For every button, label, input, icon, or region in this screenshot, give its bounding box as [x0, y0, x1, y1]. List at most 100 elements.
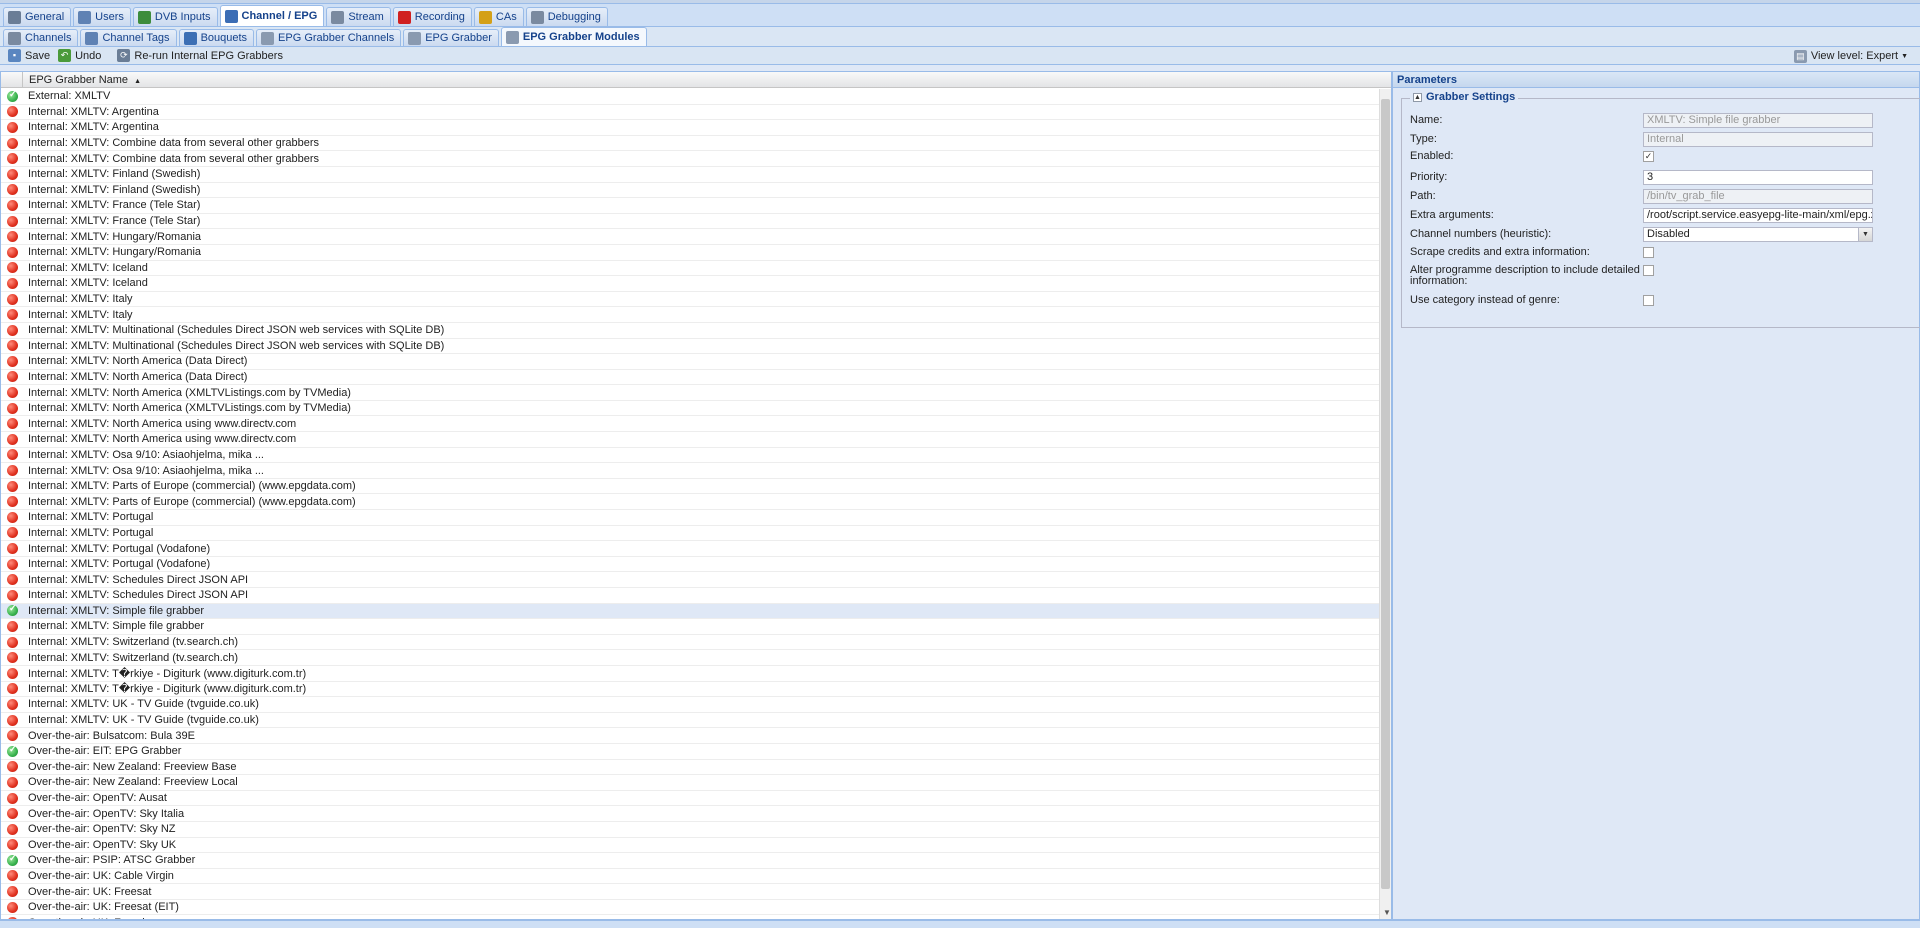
channel-numbers-label: Channel numbers (heuristic):	[1410, 228, 1552, 240]
table-row[interactable]: Internal: XMLTV: Simple file grabber	[1, 603, 1380, 620]
table-row[interactable]: Over-the-air: OpenTV: Sky Italia	[1, 806, 1380, 822]
disabled-status-icon	[7, 387, 18, 399]
path-label: Path:	[1410, 190, 1436, 202]
table-row[interactable]: Over-the-air: UK: Freesat (EIT)	[1, 900, 1380, 916]
table-row[interactable]: Internal: XMLTV: T�rkiye - Digiturk (www…	[1, 666, 1380, 682]
tab-channel-epg[interactable]: Channel / EPG	[219, 5, 325, 26]
table-row[interactable]: Over-the-air: OpenTV: Sky NZ	[1, 822, 1380, 838]
table-row[interactable]: Over-the-air: Bulsatcom: Bula 39E	[1, 728, 1380, 744]
table-row[interactable]: Internal: XMLTV: Italy	[1, 307, 1380, 323]
table-row[interactable]: External: XMLTV	[1, 89, 1380, 105]
channel-numbers-select[interactable]: Disabled ▼	[1643, 227, 1873, 242]
table-row[interactable]: Over-the-air: EIT: EPG Grabber	[1, 744, 1380, 760]
table-row[interactable]: Internal: XMLTV: T�rkiye - Digiturk (www…	[1, 682, 1380, 698]
field-channel-numbers: Channel numbers (heuristic): Disabled ▼	[1410, 227, 1920, 242]
table-row[interactable]: Over-the-air: UK: Freeview	[1, 915, 1380, 919]
table-row[interactable]: Internal: XMLTV: France (Tele Star)	[1, 214, 1380, 230]
table-row[interactable]: Internal: XMLTV: Finland (Swedish)	[1, 183, 1380, 199]
table-row[interactable]: Internal: XMLTV: Hungary/Romania	[1, 245, 1380, 261]
type-input[interactable]: Internal	[1643, 132, 1873, 147]
tab-recording[interactable]: Recording	[392, 7, 472, 26]
table-row[interactable]: Internal: XMLTV: Combine data from sever…	[1, 151, 1380, 167]
table-row[interactable]: Over-the-air: UK: Freesat	[1, 884, 1380, 900]
chevron-down-icon[interactable]: ▼	[1858, 228, 1872, 241]
grabber-settings-legend[interactable]: ▲ Grabber Settings	[1410, 91, 1519, 103]
tab-general[interactable]: General	[3, 7, 72, 26]
scroll-down-icon[interactable]: ▼	[1383, 908, 1391, 917]
grid-scrollbar[interactable]: ▼	[1379, 89, 1391, 919]
table-row[interactable]: Internal: XMLTV: Portugal	[1, 510, 1380, 526]
table-row[interactable]: Internal: XMLTV: France (Tele Star)	[1, 198, 1380, 214]
table-row[interactable]: Internal: XMLTV: Italy	[1, 292, 1380, 308]
table-row[interactable]: Internal: XMLTV: Portugal (Vodafone)	[1, 557, 1380, 573]
tab-debugging[interactable]: Debugging	[525, 7, 608, 26]
grabber-name-cell: Over-the-air: EIT: EPG Grabber	[28, 745, 182, 758]
table-row[interactable]: Internal: XMLTV: Iceland	[1, 276, 1380, 292]
tab-cas[interactable]: CAs	[473, 7, 524, 26]
table-row[interactable]: Over-the-air: OpenTV: Sky UK	[1, 838, 1380, 854]
path-input[interactable]: /bin/tv_grab_file	[1643, 189, 1873, 204]
table-row[interactable]: Over-the-air: New Zealand: Freeview Loca…	[1, 775, 1380, 791]
table-row[interactable]: Internal: XMLTV: Osa 9/10: Asiaohjelma, …	[1, 448, 1380, 464]
tab-dvb-inputs[interactable]: DVB Inputs	[132, 7, 218, 26]
table-row[interactable]: Internal: XMLTV: North America using www…	[1, 416, 1380, 433]
tab-users[interactable]: Users	[73, 7, 131, 26]
name-input[interactable]: XMLTV: Simple file grabber	[1643, 113, 1873, 128]
rerun-grabbers-button[interactable]: ⟳ Re-run Internal EPG Grabbers	[113, 48, 287, 64]
scrape-credits-checkbox[interactable]	[1643, 247, 1654, 258]
table-row[interactable]: Internal: XMLTV: Schedules Direct JSON A…	[1, 588, 1380, 604]
table-row[interactable]: Internal: XMLTV: Hungary/Romania	[1, 229, 1380, 245]
table-row[interactable]: Internal: XMLTV: Multinational (Schedule…	[1, 323, 1380, 339]
column-header-name[interactable]: EPG Grabber Name ▲	[23, 74, 141, 86]
table-row[interactable]: Internal: XMLTV: Parts of Europe (commer…	[1, 479, 1380, 495]
subtab-channel-tags[interactable]: Channel Tags	[80, 29, 177, 46]
table-row[interactable]: Internal: XMLTV: North America using www…	[1, 432, 1380, 448]
row-number-header	[1, 71, 23, 88]
table-row[interactable]: Internal: XMLTV: UK - TV Guide (tvguide.…	[1, 697, 1380, 713]
table-row[interactable]: Internal: XMLTV: Portugal	[1, 526, 1380, 542]
extra-arguments-input[interactable]: /root/script.service.easyepg-lite-main/x…	[1643, 208, 1873, 223]
table-row[interactable]: Internal: XMLTV: Schedules Direct JSON A…	[1, 572, 1380, 588]
subtab-channels[interactable]: Channels	[3, 29, 79, 46]
priority-input[interactable]: 3	[1643, 170, 1873, 185]
table-row[interactable]: Internal: XMLTV: Argentina	[1, 120, 1380, 136]
table-row[interactable]: Over-the-air: UK: Cable Virgin	[1, 869, 1380, 885]
subtab-epg-grabber[interactable]: EPG Grabber	[403, 29, 499, 46]
table-row[interactable]: Internal: XMLTV: North America (Data Dir…	[1, 370, 1380, 386]
grabber-name-cell: Internal: XMLTV: Italy	[28, 293, 133, 306]
table-row[interactable]: Internal: XMLTV: North America (XMLTVLis…	[1, 401, 1380, 417]
enabled-checkbox[interactable]: ✓	[1643, 151, 1654, 162]
table-row[interactable]: Over-the-air: New Zealand: Freeview Base	[1, 760, 1380, 776]
scrollbar-thumb[interactable]	[1381, 99, 1390, 889]
table-row[interactable]: Internal: XMLTV: Switzerland (tv.search.…	[1, 650, 1380, 666]
table-row[interactable]: Internal: XMLTV: North America (Data Dir…	[1, 354, 1380, 370]
table-row[interactable]: Internal: XMLTV: Simple file grabber	[1, 619, 1380, 635]
view-level-dropdown[interactable]: ▤ View level: Expert ▼	[1793, 48, 1908, 64]
table-row[interactable]: Internal: XMLTV: Multinational (Schedule…	[1, 339, 1380, 355]
table-row[interactable]: Internal: XMLTV: UK - TV Guide (tvguide.…	[1, 713, 1380, 729]
alter-description-checkbox[interactable]	[1643, 265, 1654, 276]
grabber-name-cell: Internal: XMLTV: Switzerland (tv.search.…	[28, 636, 239, 649]
use-category-checkbox[interactable]	[1643, 295, 1654, 306]
disabled-status-icon	[7, 636, 18, 648]
grabber-name-cell: Internal: XMLTV: Finland (Swedish)	[28, 168, 201, 181]
table-row[interactable]: Over-the-air: PSIP: ATSC Grabber	[1, 853, 1380, 869]
table-row[interactable]: Internal: XMLTV: Combine data from sever…	[1, 136, 1380, 152]
undo-button[interactable]: ↶ Undo	[54, 48, 105, 64]
subtab-epg-grabber-channels[interactable]: EPG Grabber Channels	[256, 29, 402, 46]
grabber-name-cell: Internal: XMLTV: France (Tele Star)	[28, 215, 201, 228]
table-row[interactable]: Internal: XMLTV: North America (XMLTVLis…	[1, 385, 1380, 401]
table-row[interactable]: Internal: XMLTV: Parts of Europe (commer…	[1, 494, 1380, 511]
table-row[interactable]: Internal: XMLTV: Osa 9/10: Asiaohjelma, …	[1, 463, 1380, 479]
tab-stream[interactable]: Stream	[326, 7, 391, 26]
subtab-epg-grabber-modules[interactable]: EPG Grabber Modules	[500, 27, 647, 46]
save-button[interactable]: ▪ Save	[4, 48, 54, 64]
table-row[interactable]: Over-the-air: OpenTV: Ausat	[1, 791, 1380, 807]
table-row[interactable]: Internal: XMLTV: Finland (Swedish)	[1, 167, 1380, 183]
table-row[interactable]: Internal: XMLTV: Iceland	[1, 261, 1380, 277]
table-row[interactable]: Internal: XMLTV: Switzerland (tv.search.…	[1, 635, 1380, 651]
table-row[interactable]: Internal: XMLTV: Argentina	[1, 105, 1380, 121]
subtab-bouquets[interactable]: Bouquets	[178, 29, 255, 46]
collapse-icon[interactable]: ▲	[1413, 92, 1422, 102]
table-row[interactable]: Internal: XMLTV: Portugal (Vodafone)	[1, 541, 1380, 557]
